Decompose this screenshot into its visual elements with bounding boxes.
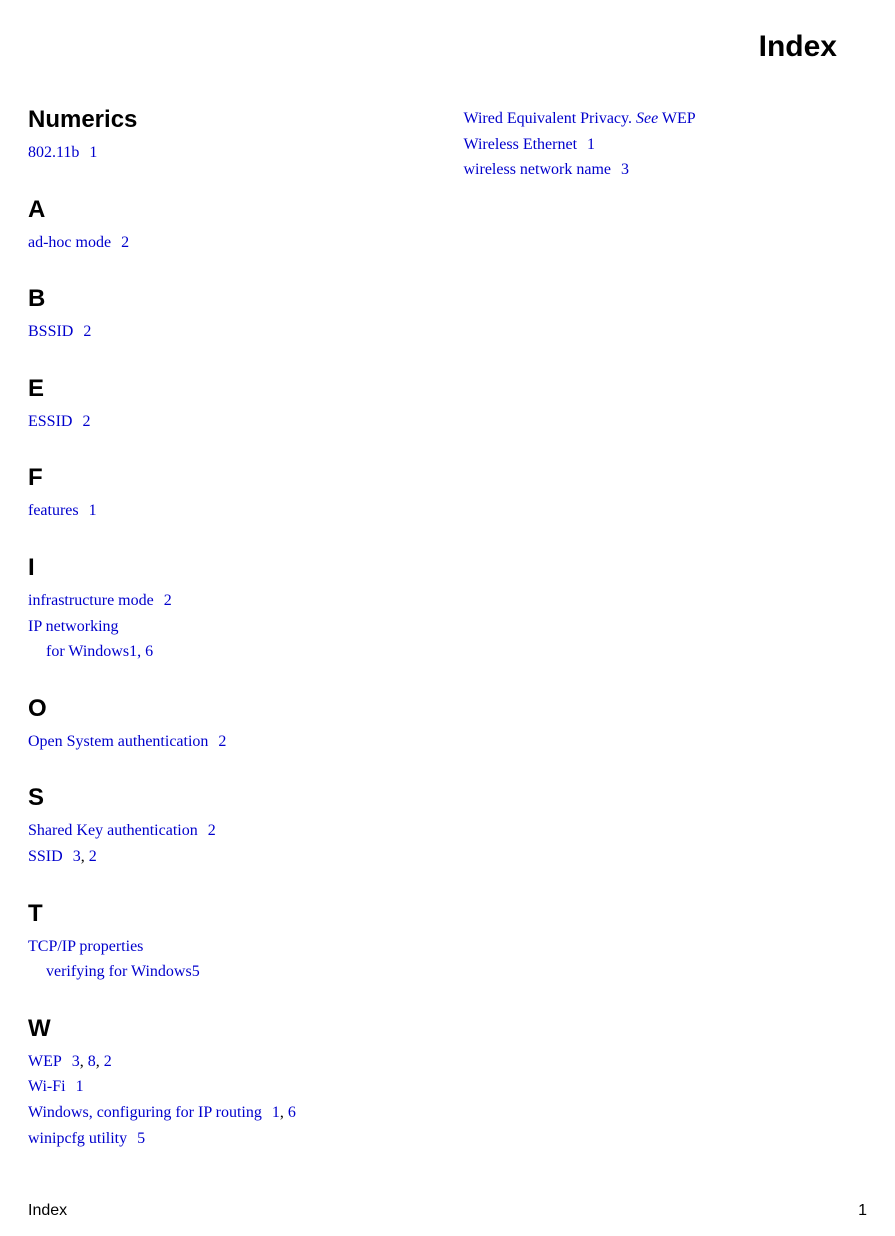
index-term[interactable]: 802.11b: [28, 144, 79, 161]
index-term[interactable]: Open System authentication: [28, 733, 208, 750]
index-see: See: [636, 110, 658, 127]
index-section-heading: I: [28, 554, 432, 582]
index-page-ref[interactable]: 2: [164, 592, 172, 609]
index-page-ref[interactable]: 2: [83, 323, 91, 340]
index-section-heading: O: [28, 695, 432, 723]
index-page-ref[interactable]: 5: [192, 963, 200, 980]
index-left-column: Numerics 802.11b 1 Aad-hoc mode 2 B BSSID 2 E ESS…: [28, 106, 432, 1151]
index-entry: IP networking: [28, 614, 432, 640]
index-entry: ESSID 2: [28, 409, 432, 435]
index-term[interactable]: ESSID: [28, 413, 72, 430]
index-section-heading: E: [28, 375, 432, 403]
index-entry: 802.11b 1: [28, 140, 432, 166]
index-page-ref[interactable]: 1: [76, 1078, 84, 1095]
index-page-ref[interactable]: 1: [129, 643, 137, 660]
index-page-ref[interactable]: 1: [272, 1104, 280, 1121]
index-entry: Wi-Fi 1: [28, 1074, 432, 1100]
index-page-ref[interactable]: 5: [137, 1130, 145, 1147]
index-page-ref[interactable]: 2: [82, 413, 90, 430]
index-term[interactable]: infrastructure mode: [28, 592, 154, 609]
index-page-ref[interactable]: 2: [218, 733, 226, 750]
index-page-ref[interactable]: 3: [621, 161, 629, 178]
index-page-ref[interactable]: 2: [104, 1053, 112, 1070]
page-title: Index: [28, 30, 837, 64]
index-term[interactable]: Shared Key authentication: [28, 822, 198, 839]
index-term[interactable]: BSSID: [28, 323, 73, 340]
index-page-ref[interactable]: 2: [121, 234, 129, 251]
index-section-heading: Numerics: [28, 106, 432, 134]
index-right-column: Wired Equivalent Privacy. See WEPWireles…: [464, 106, 868, 1151]
index-entry: Wired Equivalent Privacy. See WEP: [464, 106, 868, 132]
index-entry: Windows, configuring for IP routing1, 6: [28, 1100, 432, 1126]
index-page-ref[interactable]: 1: [89, 144, 97, 161]
index-section-heading: A: [28, 196, 432, 224]
index-page-ref[interactable]: 8: [88, 1053, 96, 1070]
index-term[interactable]: WEP: [28, 1053, 62, 1070]
index-section-heading: T: [28, 900, 432, 928]
index-entry: winipcfg utility 5: [28, 1126, 432, 1152]
index-page-ref[interactable]: 3: [72, 1053, 80, 1070]
index-page-ref[interactable]: 1: [587, 136, 595, 153]
index-term[interactable]: wireless network name: [464, 161, 612, 178]
index-section-heading: W: [28, 1015, 432, 1043]
index-entry: TCP/IP properties: [28, 934, 432, 960]
index-term[interactable]: Wired Equivalent Privacy.: [464, 110, 632, 127]
index-page-ref[interactable]: 6: [145, 643, 153, 660]
index-section-heading: B: [28, 285, 432, 313]
index-entry: WEP3, 8, 2: [28, 1049, 432, 1075]
index-subterm[interactable]: for Windows: [46, 643, 129, 660]
index-term[interactable]: features: [28, 502, 79, 519]
footer-page-number: 1: [858, 1202, 867, 1220]
index-term[interactable]: IP networking: [28, 618, 119, 635]
index-entry: SSID3, 2: [28, 844, 432, 870]
index-page-ref[interactable]: 3: [73, 848, 81, 865]
index-entry: features 1: [28, 498, 432, 524]
index-entry: Open System authentication 2: [28, 729, 432, 755]
index-page-ref[interactable]: 2: [89, 848, 97, 865]
index-term[interactable]: winipcfg utility: [28, 1130, 127, 1147]
index-page-ref[interactable]: 2: [208, 822, 216, 839]
page-footer: Index 1: [28, 1202, 867, 1220]
index-subterm[interactable]: verifying for Windows: [46, 963, 192, 980]
index-term[interactable]: SSID: [28, 848, 63, 865]
index-page-ref[interactable]: 1: [89, 502, 97, 519]
index-entry: Wireless Ethernet 1: [464, 132, 868, 158]
footer-section-label: Index: [28, 1202, 67, 1220]
index-page-ref[interactable]: 6: [288, 1104, 296, 1121]
index-subentry: for Windows1, 6: [28, 639, 432, 665]
index-entry: BSSID 2: [28, 319, 432, 345]
index-term[interactable]: TCP/IP properties: [28, 938, 143, 955]
index-see-target[interactable]: WEP: [662, 110, 696, 127]
index-section-heading: S: [28, 784, 432, 812]
index-term[interactable]: Windows, configuring for IP routing: [28, 1104, 262, 1121]
index-term[interactable]: Wireless Ethernet: [464, 136, 578, 153]
index-entry: wireless network name 3: [464, 157, 868, 183]
index-subentry: verifying for Windows5: [28, 959, 432, 985]
index-section-heading: F: [28, 464, 432, 492]
index-entry: Shared Key authentication 2: [28, 818, 432, 844]
index-term[interactable]: Wi-Fi: [28, 1078, 66, 1095]
index-term[interactable]: ad-hoc mode: [28, 234, 111, 251]
index-entry: ad-hoc mode 2: [28, 230, 432, 256]
index-entry: infrastructure mode 2: [28, 588, 432, 614]
